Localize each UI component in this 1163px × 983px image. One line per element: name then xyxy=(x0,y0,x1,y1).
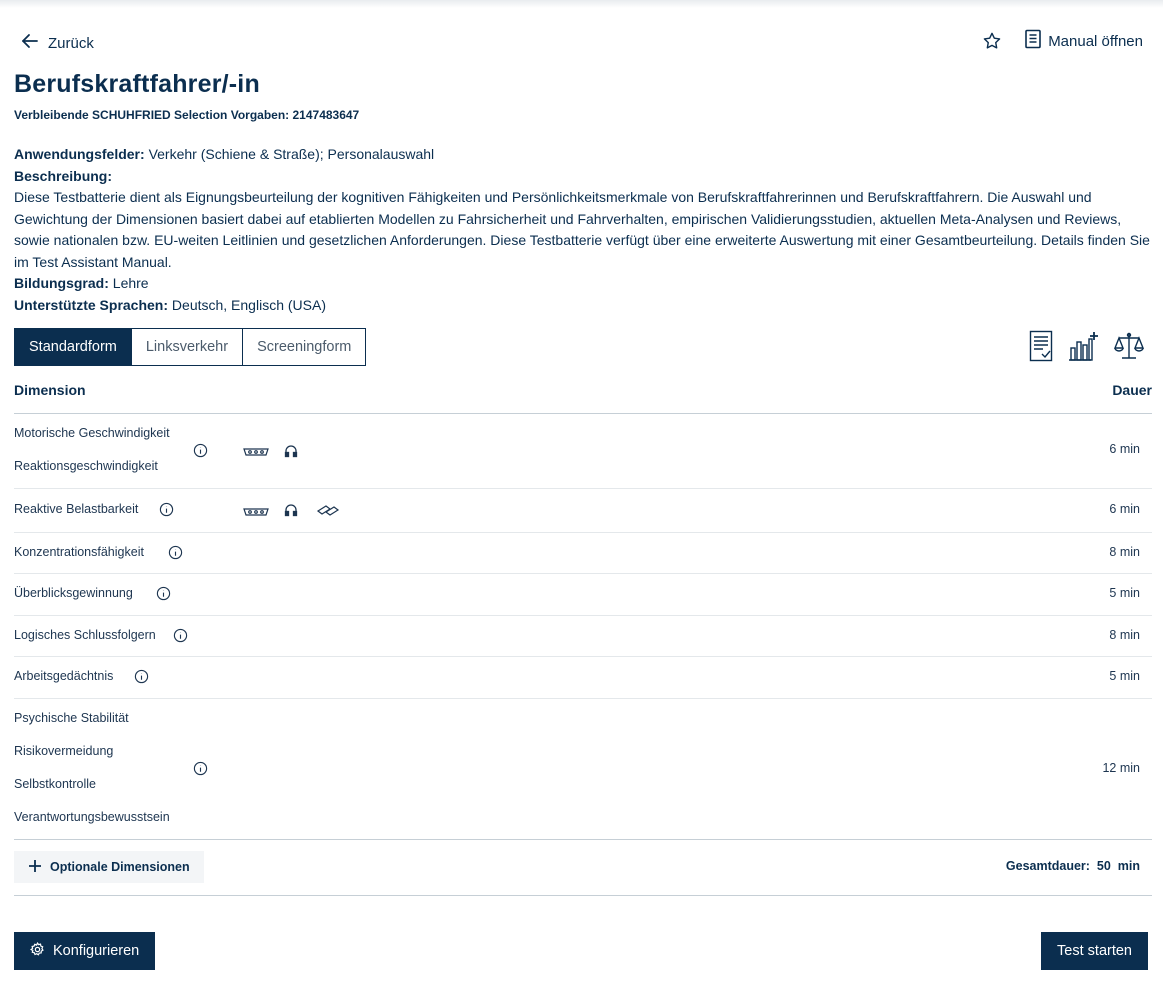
col-dimension: Dimension xyxy=(14,382,86,398)
configure-button[interactable]: Konfigurieren xyxy=(14,932,156,970)
battery-info: Anwendungsfelder: Verkehr (Schiene & Str… xyxy=(14,144,1154,316)
pedals-icon xyxy=(316,505,340,516)
info-icon[interactable] xyxy=(168,545,183,560)
table-row: Reaktive Belastbarkeit 6 min xyxy=(14,489,1140,532)
duration: 6 min xyxy=(1109,502,1140,516)
tool-icons xyxy=(1029,330,1145,362)
languages-value: Deutsch, Englisch (USA) xyxy=(171,296,326,313)
tab-linksverkehr[interactable]: Linksverkehr xyxy=(130,328,244,366)
back-link[interactable]: Zurück xyxy=(20,31,94,55)
page-title: Berufskraftfahrer/-in xyxy=(14,70,260,98)
headphones-icon xyxy=(284,504,298,517)
form-tabs: Standardform Linksverkehr Screeningform xyxy=(14,328,367,366)
languages-label: Unterstützte Sprachen: xyxy=(14,296,169,313)
table-row: Motorische Geschwindigkeit Reaktionsgesc… xyxy=(14,414,1140,488)
arrow-left-icon xyxy=(20,31,40,55)
fields-label: Anwendungsfelder: xyxy=(14,146,145,162)
back-label: Zurück xyxy=(48,34,94,52)
manual-label: Manual öffnen xyxy=(1048,32,1143,50)
total-value: 50 min xyxy=(1096,859,1140,873)
fields-value: Verkehr (Schiene & Straße); Personalausw… xyxy=(148,146,435,162)
total-label: Gesamtdauer: xyxy=(1005,859,1090,873)
dimension-label: Logisches Schlussfolgern xyxy=(14,628,156,642)
duration: 12 min xyxy=(1102,761,1140,775)
panel-icon xyxy=(243,508,269,516)
dimension-label: Überblicksgewinnung xyxy=(14,586,133,600)
duration: 6 min xyxy=(1109,442,1140,456)
description-label: Beschreibung: xyxy=(14,167,113,184)
duration: 8 min xyxy=(1109,628,1140,642)
education-line: Bildungsgrad: Lehre xyxy=(14,273,1154,295)
tab-standardform[interactable]: Standardform xyxy=(14,328,132,366)
education-label: Bildungsgrad: xyxy=(14,275,109,291)
footer-divider xyxy=(14,895,1152,896)
table-bottom-divider xyxy=(14,839,1152,840)
table-row: Logisches Schlussfolgern 8 min xyxy=(14,616,1140,656)
dimension-label: Risikovermeidung xyxy=(14,744,114,758)
col-duration: Dauer xyxy=(1112,382,1152,398)
dimension-label: Arbeitsgedächtnis xyxy=(14,669,114,683)
star-icon[interactable] xyxy=(982,31,1002,51)
report-icon[interactable] xyxy=(1029,330,1053,362)
fields-line: Anwendungsfelder: Verkehr (Schiene & Str… xyxy=(14,144,1154,166)
duration: 8 min xyxy=(1109,545,1140,559)
table-header: Dimension Dauer xyxy=(14,382,1152,398)
duration: 5 min xyxy=(1109,586,1140,600)
education-value: Lehre xyxy=(112,275,149,291)
configure-label: Konfigurieren xyxy=(53,943,140,959)
panel-icon xyxy=(243,448,269,456)
headphones-icon xyxy=(284,445,298,458)
dimension-label: Verantwortungsbewusstsein xyxy=(14,810,170,824)
info-icon[interactable] xyxy=(193,443,208,458)
total-duration: Gesamtdauer: 50 min xyxy=(1006,859,1140,873)
gear-icon xyxy=(30,941,45,961)
optional-dimensions-button[interactable]: Optionale Dimensionen xyxy=(14,851,204,883)
duration: 5 min xyxy=(1109,669,1140,683)
plus-icon xyxy=(28,859,42,876)
manual-icon xyxy=(1024,29,1042,53)
top-actions: Manual öffnen xyxy=(982,29,1143,53)
languages-line: Unterstützte Sprachen: Deutsch, Englisch… xyxy=(14,295,1154,317)
open-manual-button[interactable]: Manual öffnen xyxy=(1024,29,1143,53)
table-row: Konzentrationsfähigkeit 8 min xyxy=(14,533,1140,573)
chart-add-icon[interactable] xyxy=(1067,330,1099,362)
scale-icon[interactable] xyxy=(1113,330,1145,362)
description-text: Diese Testbatterie dient als Eignungsbeu… xyxy=(14,189,1150,270)
dimension-label: Konzentrationsfähigkeit xyxy=(14,545,144,559)
tab-screeningform[interactable]: Screeningform xyxy=(242,328,367,366)
remaining-count: Verbleibende SCHUHFRIED Selection Vorgab… xyxy=(14,108,360,122)
dimension-label: Motorische Geschwindigkeit xyxy=(14,426,170,440)
top-shadow xyxy=(0,0,1163,8)
dimension-label: Psychische Stabilität xyxy=(14,711,129,725)
info-icon[interactable] xyxy=(159,502,174,517)
dimension-label: Reaktionsgeschwindigkeit xyxy=(14,459,158,473)
table-row: Psychische Stabilität Risikovermeidung S… xyxy=(14,699,1140,839)
start-test-button[interactable]: Test starten xyxy=(1041,932,1148,970)
info-icon[interactable] xyxy=(134,669,149,684)
table-row: Arbeitsgedächtnis 5 min xyxy=(14,657,1140,698)
dimension-label: Selbstkontrolle xyxy=(14,777,96,791)
table-row: Überblicksgewinnung 5 min xyxy=(14,574,1140,615)
info-icon[interactable] xyxy=(193,761,208,776)
info-icon[interactable] xyxy=(156,586,171,601)
optional-label: Optionale Dimensionen xyxy=(50,860,190,874)
info-icon[interactable] xyxy=(173,628,188,643)
dimension-label: Reaktive Belastbarkeit xyxy=(14,502,139,516)
